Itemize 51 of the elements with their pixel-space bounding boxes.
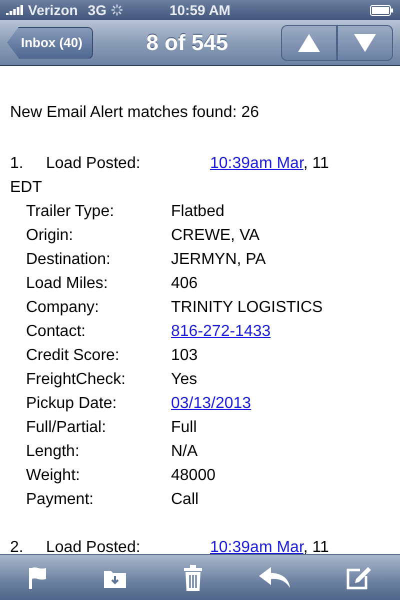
field-label: Destination:	[26, 250, 112, 270]
reply-button[interactable]	[258, 566, 291, 588]
field-value: Flatbed	[171, 202, 224, 222]
field-value: CREWE, VA	[171, 226, 260, 246]
field-label: Origin:	[26, 226, 74, 246]
clock-time: 10:59 AM	[170, 2, 230, 18]
field-link[interactable]: 816-272-1433	[171, 320, 271, 344]
next-button[interactable]	[337, 24, 393, 60]
posted-time-link[interactable]: 10:39am Mar	[210, 155, 304, 172]
carrier-name: Verizon	[28, 2, 78, 18]
field-value: TRINITY LOGISTICS	[171, 298, 323, 318]
flag-icon	[28, 566, 48, 590]
field-label: FreightCheck:	[26, 370, 127, 390]
field-link[interactable]: 03/13/2013	[171, 392, 252, 416]
field-value: Call	[171, 490, 199, 510]
previous-button[interactable]	[281, 24, 337, 60]
load-posted-line: 2. Load Posted: 10:39am Mar, 11	[10, 538, 330, 554]
field-label: Contact:	[26, 322, 87, 342]
message-position: 8 of 545	[146, 30, 228, 56]
field-value: 103	[171, 346, 198, 366]
back-button[interactable]: Inbox (40)	[7, 26, 94, 58]
field-label: Credit Score:	[26, 346, 120, 366]
compose-button[interactable]	[346, 566, 372, 590]
compose-icon	[346, 566, 372, 590]
flag-button[interactable]	[28, 566, 48, 590]
field-value: Yes	[171, 370, 198, 390]
field-label: Payment:	[26, 490, 95, 510]
field-label: Length:	[26, 442, 80, 462]
battery-icon	[370, 4, 394, 16]
field-value: Full	[171, 418, 197, 438]
field-value: JERMYN, PA	[171, 250, 266, 270]
field-label: Trailer Type:	[26, 202, 116, 222]
field-label: Weight:	[26, 466, 81, 486]
posted-time-link[interactable]: 10:39am Mar	[210, 539, 304, 554]
delete-button[interactable]	[182, 564, 203, 590]
reply-arrow-icon	[258, 566, 291, 588]
network-type: 3G	[88, 2, 106, 18]
trash-icon	[182, 564, 203, 590]
spinner-icon	[111, 4, 124, 16]
field-label: Pickup Date:	[26, 394, 118, 414]
load-posted-line: 1. Load Posted: 10:39am Mar, 11 EDT	[10, 154, 330, 198]
field-label: Full/Partial:	[26, 418, 108, 438]
alert-summary: New Email Alert matches found: 26	[10, 104, 260, 122]
signal-icon	[6, 5, 24, 15]
down-triangle-icon	[354, 34, 376, 52]
field-label: Load Miles:	[26, 274, 109, 294]
field-value: 48000	[171, 466, 216, 486]
field-label: Company:	[26, 298, 100, 318]
field-value: N/A	[171, 442, 198, 462]
up-triangle-icon	[298, 34, 320, 52]
field-value: 406	[171, 274, 198, 294]
